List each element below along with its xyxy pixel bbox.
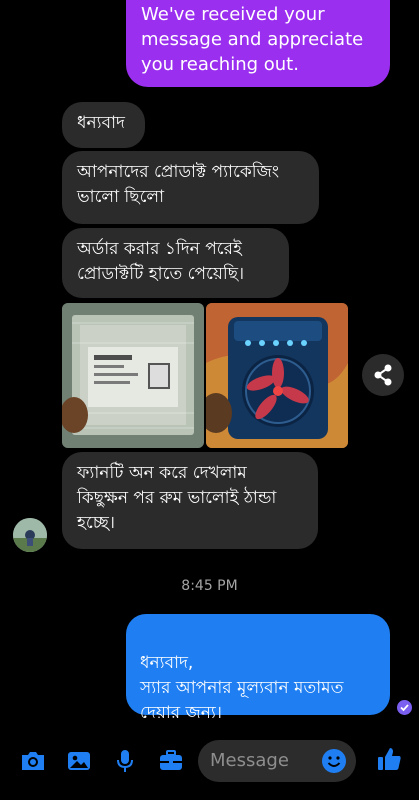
emoji-icon[interactable] [321, 748, 347, 774]
seen-indicator [397, 700, 412, 715]
incoming-message-text: অর্ডার করার ১দিন পরেই প্রোডাক্টটি হাতে প… [77, 239, 245, 284]
gallery-icon [68, 752, 90, 770]
incoming-message-bubble[interactable]: অর্ডার করার ১দিন পরেই প্রোডাক্টটি হাতে প… [62, 228, 289, 298]
avatar[interactable] [13, 518, 47, 552]
fan-product-image [206, 303, 348, 448]
incoming-message-bubble[interactable]: ধন্যবাদ [62, 102, 145, 148]
incoming-message-bubble[interactable]: আপনাদের প্রোডাক্ট প্যাকেজিং ভালো ছিলো [62, 151, 319, 224]
outgoing-message-text: ধন্যবাদ, স্যার আপনার মূল্যবান মতামত দেয়… [140, 653, 344, 723]
incoming-message-text: ধন্যবাদ [77, 113, 125, 133]
outgoing-message-bubble[interactable]: We've received your message and apprecia… [126, 0, 390, 87]
share-icon [374, 364, 392, 386]
microphone-icon [117, 750, 133, 772]
avatar-image [13, 518, 47, 552]
toolbox-icon [160, 750, 182, 770]
gallery-button[interactable] [65, 747, 93, 775]
thumbs-up-icon [378, 748, 401, 770]
composer-bar: Message [0, 735, 419, 785]
check-seen-icon [400, 704, 409, 712]
camera-icon [22, 752, 44, 770]
photo-packaged-product[interactable] [62, 303, 204, 448]
message-timestamp: 8:45 PM [181, 578, 238, 594]
outgoing-message-bubble[interactable]: ধন্যবাদ, স্যার আপনার মূল্যবান মতামত দেয়… [126, 614, 390, 723]
camera-button[interactable] [19, 747, 47, 775]
share-button[interactable] [362, 354, 404, 396]
microphone-button[interactable] [111, 747, 139, 775]
photo-fan-product[interactable] [206, 303, 348, 448]
incoming-message-bubble[interactable]: ফ্যানটি অন করে দেখলাম কিছুক্ষন পর রুম ভা… [62, 452, 318, 549]
packaged-product-image [62, 303, 204, 448]
incoming-message-text: ফ্যানটি অন করে দেখলাম কিছুক্ষন পর রুম ভা… [77, 463, 277, 533]
message-input-placeholder: Message [210, 750, 289, 771]
toolbox-button[interactable] [157, 747, 185, 775]
thumbs-up-button[interactable] [375, 745, 403, 773]
outgoing-message-text: We've received your message and apprecia… [141, 4, 364, 75]
incoming-message-text: আপনাদের প্রোডাক্ট প্যাকেজিং ভালো ছিলো [77, 162, 280, 207]
message-input[interactable]: Message [198, 740, 356, 782]
